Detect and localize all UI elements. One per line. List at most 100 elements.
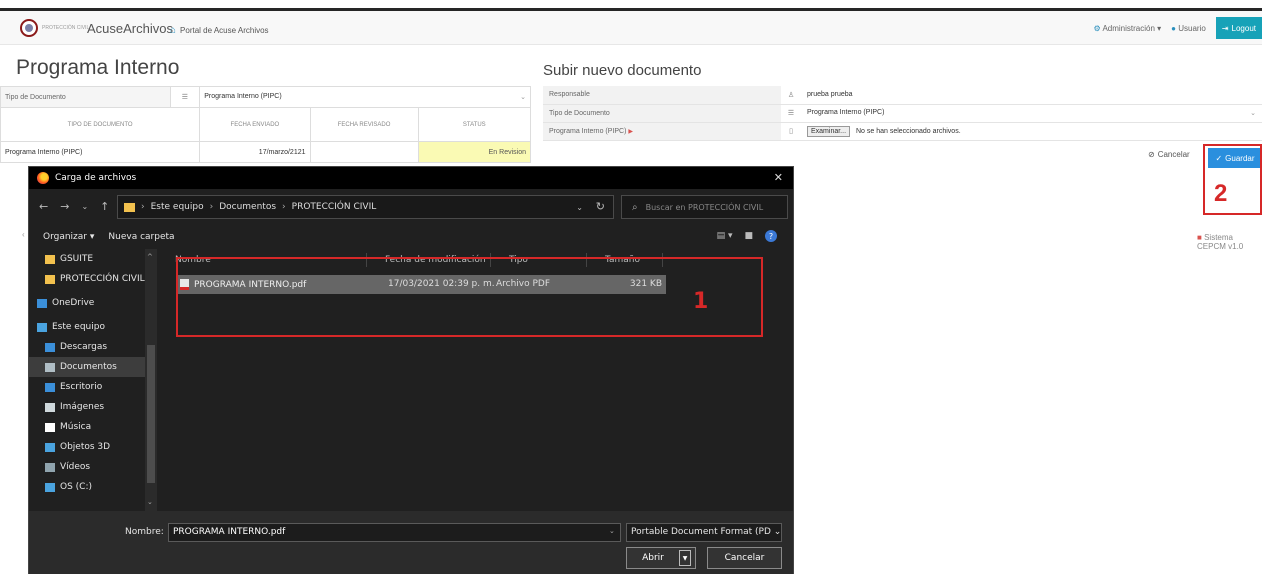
nav-item-3[interactable]: Este equipo [29, 317, 157, 337]
desktop-icon [45, 382, 55, 392]
tipo-select[interactable]: Programa Interno (PIPC) ⌄ [801, 104, 1262, 123]
organize-label: Organizar [43, 232, 87, 242]
scroll-up-icon[interactable]: ^ [147, 253, 153, 261]
computer-icon [37, 322, 47, 332]
chevron-right-icon: › [209, 202, 214, 212]
chevron-down-icon: ⌄ [520, 94, 526, 101]
forward-arrow-icon[interactable]: → [60, 200, 69, 213]
preview-pane-icon[interactable]: ■ [744, 231, 753, 241]
file-input[interactable]: Examinar... No se han seleccionado archi… [801, 122, 1262, 141]
nav-item-7[interactable]: Imágenes [29, 397, 157, 417]
nav-item-9[interactable]: Objetos 3D [29, 437, 157, 457]
scroll-down-icon[interactable]: ⌄ [147, 498, 153, 506]
video-icon [45, 462, 55, 472]
server-icon: ■ [1197, 233, 1202, 242]
nav-item-0[interactable]: GSUITE [29, 249, 157, 269]
portal-link[interactable]: ⌂ Portal de Acuse Archivos [170, 25, 269, 36]
new-folder-button[interactable]: Nueva carpeta [108, 232, 174, 242]
dialog-cancel-button[interactable]: Cancelar [707, 547, 782, 569]
cancel-label: Cancelar [1157, 150, 1190, 159]
breadcrumb-documentos[interactable]: Documentos [219, 202, 276, 212]
brand-link[interactable]: AcuseArchivos [87, 21, 173, 36]
col-revisado: FECHA REVISADO [309, 107, 419, 142]
filename-input[interactable]: PROGRAMA INTERNO.pdf [168, 523, 621, 542]
annotation-box-1 [176, 257, 763, 337]
arrow-right-icon: ▶ [628, 128, 633, 135]
back-arrow-icon: ‹ [22, 230, 25, 239]
file-type-select-value: Portable Document Format (PD [631, 527, 771, 537]
nav-item-8[interactable]: Música [29, 417, 157, 437]
nav-item-label: Documentos [60, 362, 117, 372]
navigation-pane: GSUITE PROTECCIÓN CIVIL OneDrive Este equip… [29, 249, 157, 511]
folder-icon [45, 274, 55, 284]
breadcrumb-proteccion-civil[interactable]: PROTECCIÓN CIVIL [292, 202, 377, 212]
user-menu-label: Usuario [1178, 23, 1206, 33]
file-dialog: Carga de archivos ✕ ← → ⌄ ↑ › Este equip… [28, 166, 794, 574]
file-type-select[interactable]: Portable Document Format (PD ⌄ [626, 523, 782, 542]
music-icon [45, 422, 55, 432]
cancel-button[interactable]: ⊘ Cancelar [1148, 150, 1190, 159]
filename-dropdown-icon[interactable]: ⌄ [609, 527, 615, 535]
user-menu[interactable]: ● Usuario [1171, 24, 1206, 33]
nav-item-6[interactable]: Escritorio [29, 377, 157, 397]
col-enviado: FECHA ENVIADO [199, 107, 311, 142]
nav-item-1[interactable]: PROTECCIÓN CIVIL [29, 269, 157, 289]
list-icon: ☰ [169, 86, 201, 108]
cube-icon [45, 442, 55, 452]
cell-revisado [309, 141, 419, 163]
logo-icon[interactable] [20, 19, 38, 37]
dialog-toolbar: Organizar ▾ Nueva carpeta ▤ ▾ ■ ? [29, 225, 793, 249]
nav-item-2[interactable]: OneDrive [29, 293, 157, 313]
annotation-number-1: 1 [693, 289, 709, 314]
filter-select[interactable]: Programa Interno (PIPC) ⌄ [199, 86, 531, 108]
nav-item-label: Música [60, 422, 92, 432]
documents-table: Tipo de Documento ☰ Programa Interno (PI… [0, 86, 532, 163]
nav-item-label: PROTECCIÓN CIVIL [60, 274, 145, 284]
recent-chevron-icon[interactable]: ⌄ [81, 202, 88, 213]
admin-menu[interactable]: ⚙ Administración ▾ [1094, 24, 1162, 33]
nav-item-4[interactable]: Descargas [29, 337, 157, 357]
help-icon[interactable]: ? [765, 230, 777, 242]
tipo-select-value: Programa Interno (PIPC) [807, 109, 885, 116]
table-row[interactable]: Programa Interno (PIPC) 17/marzo/2121 En… [0, 141, 532, 163]
address-bar[interactable]: › Este equipo › Documentos › PROTECCIÓN … [117, 195, 614, 219]
open-split-dropdown-icon[interactable]: ▼ [679, 550, 691, 566]
image-icon [45, 402, 55, 412]
filter-label: Tipo de Documento [0, 86, 171, 108]
search-input[interactable]: ⌕ Buscar en PROTECCIÓN CIVIL [621, 195, 788, 219]
open-button[interactable]: Abrir ▼ [626, 547, 696, 569]
footer-version-label: Sistema CEPCM v1.0 [1197, 233, 1244, 251]
nav-item-label: Escritorio [60, 382, 103, 392]
logo-text: PROTECCIÓN CIVIL [42, 25, 90, 31]
browse-button[interactable]: Examinar... [807, 125, 851, 137]
list-icon: ☰ [781, 104, 801, 123]
dialog-titlebar: Carga de archivos ✕ [29, 167, 793, 189]
page-title: Programa Interno [16, 56, 180, 79]
nav-item-5[interactable]: Documentos [29, 357, 157, 377]
nav-item-11[interactable]: OS (C:) [29, 477, 157, 497]
logout-button[interactable]: ⇥ Logout [1215, 17, 1262, 39]
drive-icon [45, 482, 55, 492]
search-icon: ⌕ [632, 201, 638, 213]
close-icon[interactable]: ✕ [774, 171, 783, 184]
address-dropdown-icon[interactable]: ⌄ [576, 203, 583, 212]
annotation-number-2: 2 [1214, 180, 1228, 207]
nav-buttons: ← → ⌄ ↑ [39, 200, 109, 213]
user-outline-icon: ♙ [781, 86, 801, 105]
nav-item-10[interactable]: Vídeos [29, 457, 157, 477]
cloud-icon [37, 298, 47, 308]
nav-item-label: GSUITE [60, 254, 94, 264]
dialog-title: Carga de archivos [55, 173, 137, 183]
upload-form: Responsable ♙ prueba prueba Tipo de Docu… [543, 86, 1262, 141]
view-options-icon[interactable]: ▤ ▾ [717, 231, 733, 241]
refresh-icon[interactable]: ↻ [596, 200, 605, 213]
caret-down-icon: ▾ [1157, 23, 1162, 33]
no-file-text: No se han seleccionado archivos. [855, 127, 961, 135]
organize-menu[interactable]: Organizar ▾ [43, 232, 94, 242]
nav-scrollbar-thumb[interactable] [147, 345, 155, 483]
folder-icon [124, 202, 135, 212]
breadcrumb-este-equipo[interactable]: Este equipo [151, 202, 204, 212]
up-arrow-icon[interactable]: ↑ [100, 200, 109, 213]
back-arrow-icon[interactable]: ← [39, 200, 48, 213]
cell-tipo: Programa Interno (PIPC) [0, 141, 201, 163]
